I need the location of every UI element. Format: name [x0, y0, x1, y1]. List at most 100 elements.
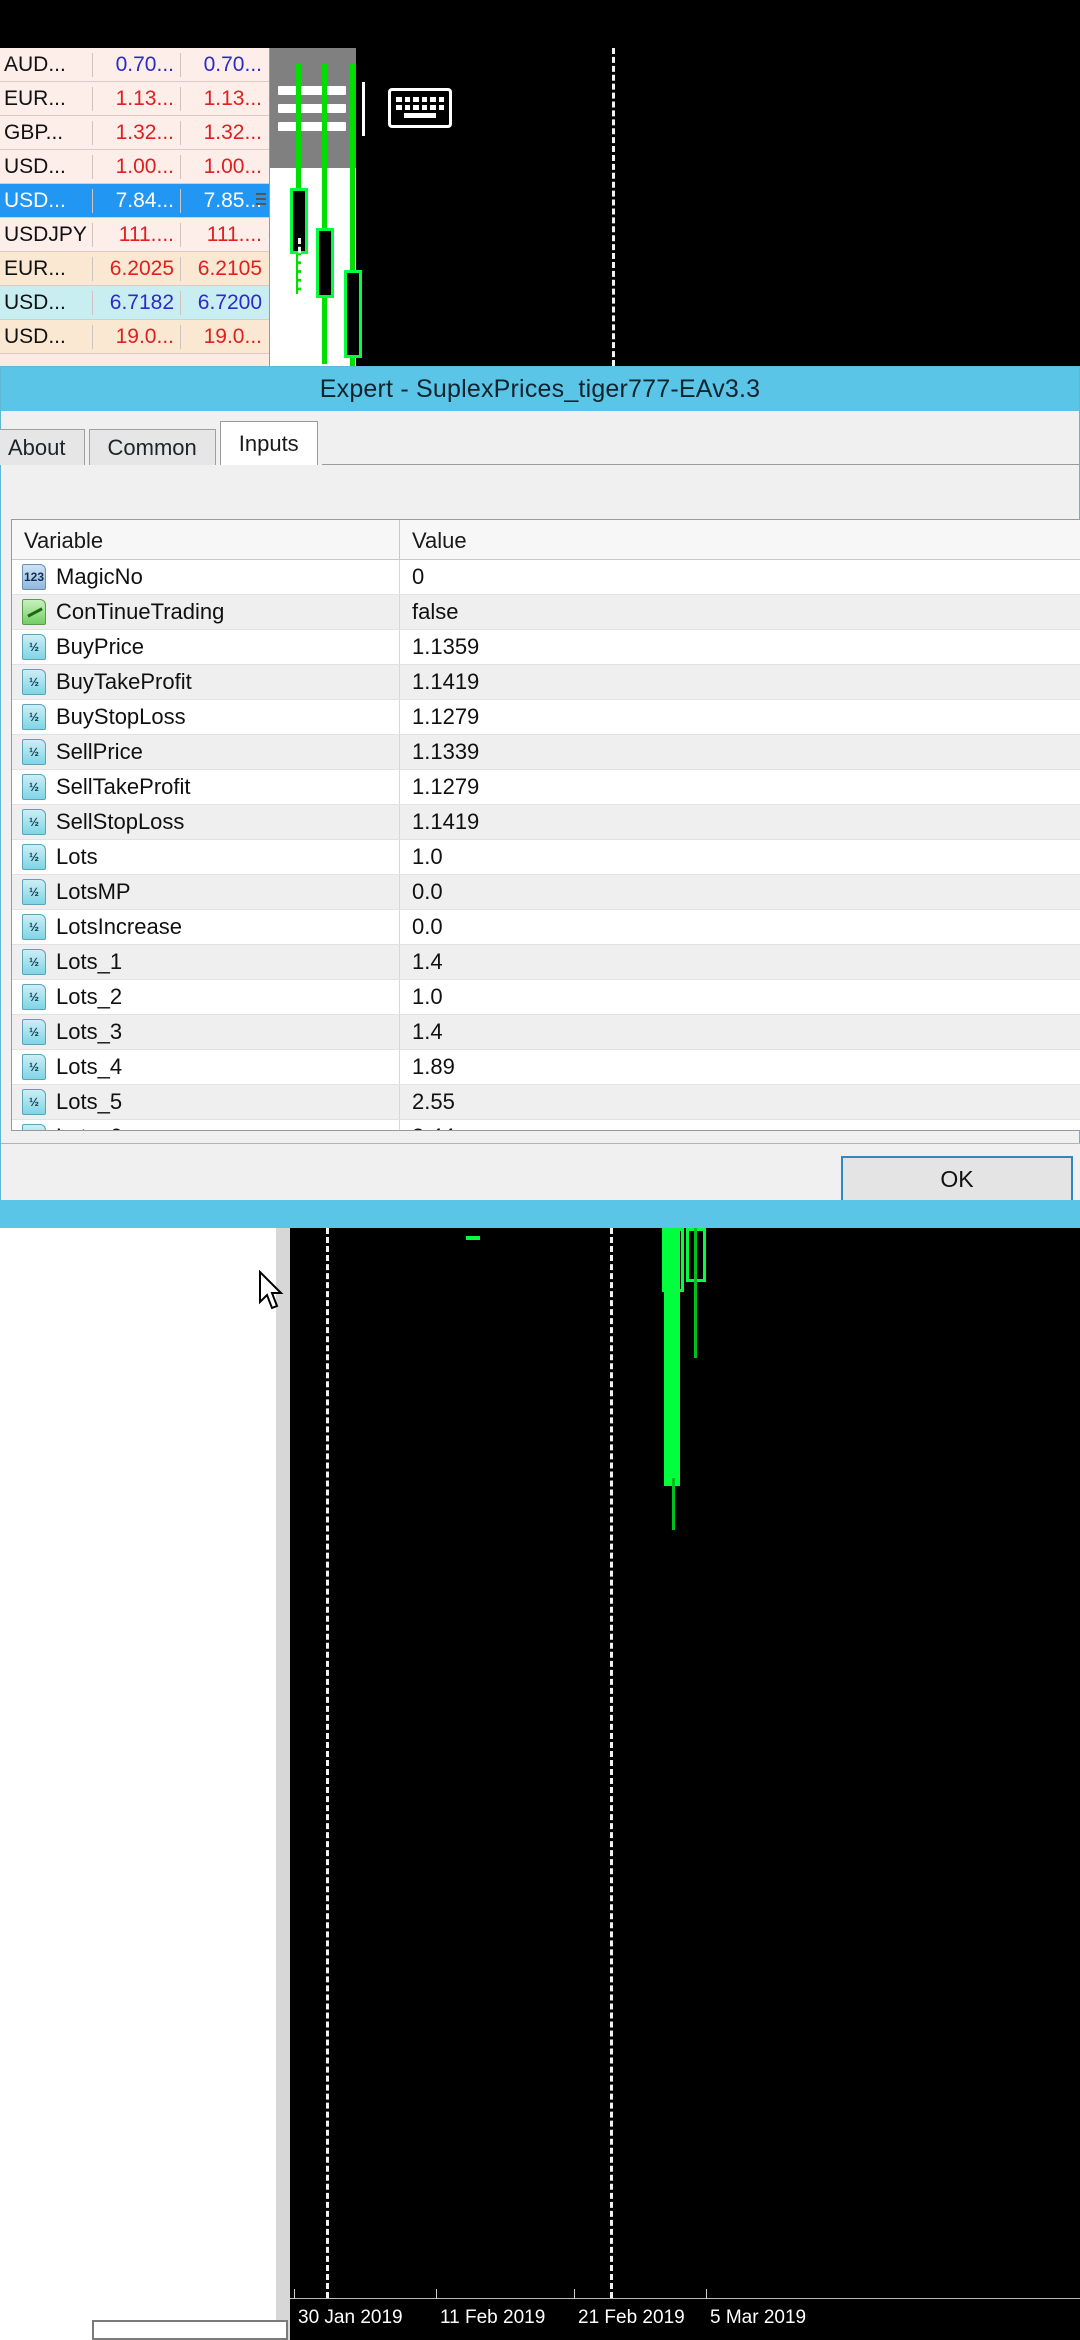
- bottom-left-panel: [0, 1228, 276, 2340]
- value-cell[interactable]: 1.4: [400, 949, 1080, 975]
- market-watch-row[interactable]: USD...19.0...19.0...: [0, 320, 269, 354]
- inputs-grid[interactable]: Variable Value 123MagicNo0ConTinueTradin…: [11, 519, 1080, 1131]
- value-cell[interactable]: 1.89: [400, 1054, 1080, 1080]
- value-cell[interactable]: 1.0: [400, 984, 1080, 1010]
- grid-row[interactable]: ½Lots_11.4: [12, 945, 1080, 980]
- grid-row[interactable]: ½BuyTakeProfit1.1419: [12, 665, 1080, 700]
- grid-row[interactable]: ½Lots_41.89: [12, 1050, 1080, 1085]
- expert-settings-dialog: Expert - SuplexPrices_tiger777-EAv3.3 Ab…: [0, 366, 1080, 1200]
- bottom-splitter[interactable]: [276, 1228, 290, 2340]
- toolbar-divider: [362, 82, 365, 136]
- market-watch-row[interactable]: USD...1.00...1.00...: [0, 150, 269, 184]
- double-type-icon: ½: [22, 634, 46, 660]
- window-accent-bar: [0, 1200, 1080, 1228]
- grid-row[interactable]: ½Lots_21.0: [12, 980, 1080, 1015]
- grid-row[interactable]: ½Lots1.0: [12, 840, 1080, 875]
- axis-tick: [436, 2289, 437, 2299]
- grid-row[interactable]: ½ SellStopLoss 1.1419: [12, 805, 1080, 840]
- market-watch-row[interactable]: USD...6.71826.7200: [0, 286, 269, 320]
- screen-root: AUD...0.70...0.70...EUR...1.13...1.13...…: [0, 0, 1080, 2340]
- value-cell[interactable]: 0: [400, 564, 1080, 590]
- value-cell[interactable]: 2.55: [400, 1089, 1080, 1115]
- double-type-icon: ½: [22, 809, 46, 835]
- grid-row[interactable]: ½LotsIncrease0.0: [12, 910, 1080, 945]
- candle-body: [316, 228, 334, 298]
- value-cell[interactable]: 1.4: [400, 1019, 1080, 1045]
- value-cell[interactable]: 1.1359: [400, 634, 1080, 660]
- grid-header-row: Variable Value: [12, 520, 1080, 560]
- column-header-variable[interactable]: Variable: [12, 520, 400, 559]
- axis-label: 30 Jan 2019: [298, 2307, 403, 2329]
- tab-bar[interactable]: AboutCommonInputs: [1, 421, 1079, 465]
- ask-cell: 111....: [180, 223, 268, 247]
- market-watch-row[interactable]: EUR...1.13...1.13...: [0, 82, 269, 116]
- value-cell[interactable]: 1.1419: [400, 809, 1080, 835]
- grid-row[interactable]: ½BuyStopLoss1.1279: [12, 700, 1080, 735]
- ask-cell: 19.0...: [180, 325, 268, 349]
- market-watch-panel[interactable]: AUD...0.70...0.70...EUR...1.13...1.13...…: [0, 48, 270, 366]
- grid-row[interactable]: ½SellTakeProfit1.1279: [12, 770, 1080, 805]
- bottom-input-box[interactable]: [92, 2320, 288, 2340]
- ok-button[interactable]: OK: [841, 1156, 1073, 1202]
- main-chart[interactable]: 30 Jan 201911 Feb 201921 Feb 20195 Mar 2…: [290, 1228, 1080, 2340]
- variable-name: Lots_6: [56, 1124, 122, 1131]
- bid-cell: 6.2025: [92, 257, 180, 281]
- axis-label: 5 Mar 2019: [710, 2307, 806, 2329]
- ask-cell: 1.00...: [180, 155, 268, 179]
- bid-cell: 19.0...: [92, 325, 180, 349]
- top-black-strip: [0, 0, 1080, 48]
- boolean-type-icon: [22, 599, 46, 625]
- value-cell[interactable]: 0.0: [400, 879, 1080, 905]
- value-cell[interactable]: false: [400, 599, 1080, 625]
- tab-common[interactable]: Common: [89, 429, 216, 465]
- grid-row[interactable]: ½SellPrice1.1339: [12, 735, 1080, 770]
- hamburger-icon[interactable]: [278, 86, 346, 132]
- double-type-icon: ½: [22, 844, 46, 870]
- keyboard-icon[interactable]: [388, 88, 452, 128]
- market-watch-row[interactable]: USDJPY111....111....: [0, 218, 269, 252]
- grid-row[interactable]: ½Lots_31.4: [12, 1015, 1080, 1050]
- variable-name: SellStopLoss: [56, 809, 184, 835]
- grid-row[interactable]: ½LotsMP0.0: [12, 875, 1080, 910]
- value-cell[interactable]: 1.1419: [400, 669, 1080, 695]
- bid-cell: 6.7182: [92, 291, 180, 315]
- symbol-cell: USD...: [0, 325, 92, 349]
- variable-name: Lots_3: [56, 1019, 122, 1045]
- variable-name: SellPrice: [56, 739, 143, 765]
- variable-cell: ½Lots_4: [12, 1050, 400, 1084]
- double-type-icon: ½: [22, 774, 46, 800]
- value-cell[interactable]: 1.1279: [400, 774, 1080, 800]
- double-type-icon: ½: [22, 879, 46, 905]
- chart-dashed-line: [298, 238, 301, 366]
- grid-row[interactable]: ConTinueTrading false: [12, 595, 1080, 630]
- column-header-value[interactable]: Value: [400, 520, 1080, 559]
- market-watch-row[interactable]: USD...7.84...7.85...: [0, 184, 269, 218]
- grid-row[interactable]: ½BuyPrice1.1359: [12, 630, 1080, 665]
- variable-cell: ½BuyTakeProfit: [12, 665, 400, 699]
- bid-cell: 1.13...: [92, 87, 180, 111]
- value-cell[interactable]: 0.0: [400, 914, 1080, 940]
- value-cell[interactable]: 3.44: [400, 1124, 1080, 1131]
- value-cell[interactable]: 1.1279: [400, 704, 1080, 730]
- grid-row[interactable]: 123MagicNo0: [12, 560, 1080, 595]
- tab-about[interactable]: About: [0, 429, 85, 465]
- grid-row[interactable]: ½Lots_52.55: [12, 1085, 1080, 1120]
- variable-cell: ½LotsIncrease: [12, 910, 400, 944]
- market-watch-row[interactable]: GBP...1.32...1.32...: [0, 116, 269, 150]
- variable-name: LotsIncrease: [56, 914, 182, 940]
- market-watch-row[interactable]: EUR...6.20256.2105: [0, 252, 269, 286]
- variable-name: Lots_4: [56, 1054, 122, 1080]
- candle-body: [344, 270, 362, 358]
- variable-cell: ½ SellStopLoss: [12, 805, 400, 839]
- chart-dashed-line: [610, 1228, 613, 2298]
- variable-name: ConTinueTrading: [56, 599, 224, 625]
- value-cell[interactable]: 1.0: [400, 844, 1080, 870]
- market-watch-row[interactable]: AUD...0.70...0.70...: [0, 48, 269, 82]
- variable-cell: ½Lots: [12, 840, 400, 874]
- value-cell[interactable]: 1.1339: [400, 739, 1080, 765]
- grid-row[interactable]: ½Lots_63.44: [12, 1120, 1080, 1131]
- scrollbar-grip-icon[interactable]: [254, 190, 268, 216]
- double-type-icon: ½: [22, 669, 46, 695]
- tab-inputs[interactable]: Inputs: [220, 421, 318, 465]
- variable-cell: ½Lots_5: [12, 1085, 400, 1119]
